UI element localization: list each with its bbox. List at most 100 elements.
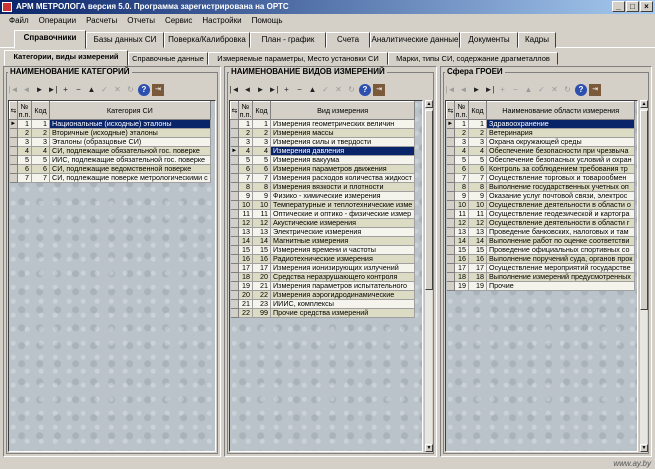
row-indicator[interactable]: [446, 263, 455, 273]
next-icon[interactable]: ►: [255, 84, 266, 96]
table-row[interactable]: 7 7 Измерения расходов количества жидкост: [230, 173, 416, 183]
table-row[interactable]: 3 3 Охрана окружающей среды: [446, 137, 636, 147]
row-code[interactable]: 5: [468, 155, 487, 165]
tab-databases[interactable]: Базы данных СИ: [86, 32, 164, 48]
tab-staff[interactable]: Кадры: [518, 32, 556, 48]
row-number[interactable]: 19: [238, 281, 253, 291]
table-row[interactable]: 5 5 Обеспечение безопасных условий и охран: [446, 155, 636, 165]
table-row[interactable]: 20 22 Измерения аэрогидродинамические: [230, 290, 416, 300]
tab-invoices[interactable]: Счета: [326, 32, 370, 48]
menu-file[interactable]: Файл: [4, 14, 34, 27]
row-code[interactable]: 2: [252, 128, 271, 138]
row-name[interactable]: Температурные и теплотехнические изме: [270, 200, 416, 210]
row-indicator[interactable]: [9, 173, 18, 183]
row-code[interactable]: 1: [468, 119, 487, 129]
row-name[interactable]: Вторичные (исходные) эталоны: [49, 128, 211, 138]
table-row[interactable]: 22 99 Прочие средства измерений: [230, 308, 416, 318]
row-name[interactable]: Акустические измерения: [270, 218, 416, 228]
table-row[interactable]: ► 1 1 Национальные (исходные) эталоны: [9, 119, 211, 129]
row-name[interactable]: Электрические измерения: [270, 227, 416, 237]
row-indicator[interactable]: [230, 173, 239, 183]
close-button[interactable]: ×: [640, 1, 653, 12]
exit-icon[interactable]: ⇥: [373, 84, 385, 96]
row-indicator[interactable]: [230, 119, 239, 129]
row-code[interactable]: 9: [468, 191, 487, 201]
save-icon[interactable]: ✓: [536, 84, 547, 96]
row-name[interactable]: Средства неразрушающего контроля: [270, 272, 416, 282]
row-number[interactable]: 6: [238, 164, 253, 174]
table-row[interactable]: 12 12 Акустические измерения: [230, 218, 416, 228]
table-row[interactable]: 1 1 Измерения геометрических величин: [230, 119, 416, 129]
row-code[interactable]: 11: [468, 209, 487, 219]
row-code[interactable]: 15: [468, 245, 487, 255]
refresh-icon[interactable]: ↻: [125, 84, 136, 96]
help-icon[interactable]: ?: [138, 84, 150, 96]
row-name[interactable]: Измерения вакуума: [270, 155, 416, 165]
row-selector-header[interactable]: ⇆: [230, 101, 239, 120]
row-name[interactable]: Физико - химические измерения: [270, 191, 416, 201]
row-name[interactable]: Измерения ионизирующих излучений: [270, 263, 416, 273]
subtab-parameters[interactable]: Измеряемые параметры, Место установки СИ: [208, 52, 388, 65]
row-number[interactable]: 12: [238, 218, 253, 228]
row-name[interactable]: Обеспечение безопасных условий и охран: [486, 155, 636, 165]
row-code[interactable]: 16: [252, 254, 271, 264]
row-name[interactable]: Измерения времени и частоты: [270, 245, 416, 255]
row-indicator[interactable]: [446, 254, 455, 264]
row-indicator[interactable]: [446, 272, 455, 282]
row-number[interactable]: 13: [238, 227, 253, 237]
subtab-reference[interactable]: Справочные данные: [128, 52, 208, 65]
column-header-name[interactable]: Категория СИ: [49, 101, 211, 120]
refresh-icon[interactable]: ↻: [562, 84, 573, 96]
delete-icon[interactable]: −: [73, 84, 84, 96]
row-indicator[interactable]: [446, 245, 455, 255]
row-number[interactable]: 17: [454, 263, 469, 273]
row-code[interactable]: 18: [468, 272, 487, 282]
row-number[interactable]: 12: [454, 218, 469, 228]
table-row[interactable]: 8 8 Выполнение государственных учетных оп: [446, 182, 636, 192]
up-icon[interactable]: ▲: [523, 84, 534, 96]
row-indicator[interactable]: [446, 191, 455, 201]
row-number[interactable]: 21: [238, 299, 253, 309]
row-code[interactable]: 8: [468, 182, 487, 192]
row-number[interactable]: 7: [454, 173, 469, 183]
menu-settings[interactable]: Настройки: [197, 14, 246, 27]
row-code[interactable]: 1: [252, 119, 271, 129]
menu-service[interactable]: Сервис: [160, 14, 197, 27]
prev-icon[interactable]: ◄: [242, 84, 253, 96]
up-icon[interactable]: ▲: [86, 84, 97, 96]
table-row[interactable]: 11 11 Оптические и оптико - физические изм…: [230, 209, 416, 219]
row-number[interactable]: 2: [17, 128, 32, 138]
scroll-up-icon[interactable]: ▲: [640, 100, 648, 108]
table-row[interactable]: 17 17 Осуществление мероприятий государств…: [446, 263, 636, 273]
row-number[interactable]: 11: [454, 209, 469, 219]
row-code[interactable]: 5: [31, 155, 50, 165]
row-indicator[interactable]: [230, 245, 239, 255]
row-indicator[interactable]: [230, 308, 239, 318]
column-header-number[interactable]: № п.п.: [17, 101, 32, 120]
row-name[interactable]: Измерения аэрогидродинамические: [270, 290, 416, 300]
row-number[interactable]: 5: [17, 155, 32, 165]
row-name[interactable]: Измерения параметров испытательного: [270, 281, 416, 291]
tab-directories[interactable]: Справочники: [14, 30, 86, 49]
row-code[interactable]: 4: [31, 146, 50, 156]
row-indicator[interactable]: [230, 218, 239, 228]
row-name[interactable]: Эталоны (образцовые СИ): [49, 137, 211, 147]
row-code[interactable]: 2: [31, 128, 50, 138]
menu-reports[interactable]: Отчеты: [122, 14, 160, 27]
table-row[interactable]: 9 9 Физико - химические измерения: [230, 191, 416, 201]
row-indicator[interactable]: [230, 299, 239, 309]
table-row[interactable]: 6 6 Измерения параметров движения: [230, 164, 416, 174]
row-number[interactable]: 6: [454, 164, 469, 174]
add-icon[interactable]: +: [60, 84, 71, 96]
table-row[interactable]: 12 12 Осуществление деятельности в области…: [446, 218, 636, 228]
row-number[interactable]: 10: [454, 200, 469, 210]
table-row[interactable]: 16 16 Выполнение поручений суда, органов п…: [446, 254, 636, 264]
row-indicator[interactable]: [446, 218, 455, 228]
row-code[interactable]: 2: [468, 128, 487, 138]
table-row[interactable]: 13 13 Проведение банковских, налоговых и т…: [446, 227, 636, 237]
tab-verification[interactable]: Поверка/Калибровка: [164, 32, 250, 48]
table-row[interactable]: 7 7 Осуществление торговых и товарообмен: [446, 173, 636, 183]
row-indicator[interactable]: [230, 128, 239, 138]
row-name[interactable]: Проведение банковских, налоговых и там: [486, 227, 636, 237]
row-number[interactable]: 2: [238, 128, 253, 138]
